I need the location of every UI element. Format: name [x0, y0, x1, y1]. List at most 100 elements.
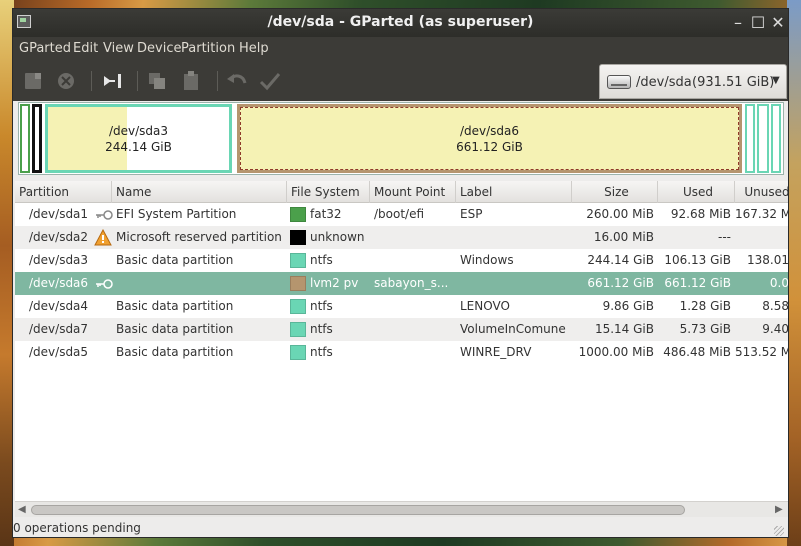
table-row[interactable]: /dev/sda3 Basic data partition ntfs Windows… — [15, 249, 788, 272]
cell-size: 260.00 MiB — [586, 207, 654, 221]
cell-name: Basic data partition — [116, 253, 234, 267]
device-selector[interactable]: /dev/sda (931.51 GiB) ▼ — [599, 64, 787, 99]
cell-used: 106.13 GiB — [664, 253, 731, 267]
table-row[interactable]: /dev/sda7 Basic data partition ntfs VolumeI… — [15, 318, 788, 341]
col-partition[interactable]: Partition — [15, 181, 112, 203]
cell-used: --- — [718, 230, 731, 244]
table-header: Partition Name File System Mount Point L… — [15, 181, 788, 203]
disk-map-sda4[interactable] — [745, 104, 755, 173]
cell-used: 92.68 MiB — [670, 207, 731, 221]
cell-name: Basic data partition — [116, 322, 234, 336]
warning-icon — [94, 228, 112, 246]
disk-map-sda7[interactable] — [757, 104, 769, 173]
col-label[interactable]: Label — [456, 181, 572, 203]
cell-used: 486.48 MiB — [663, 345, 731, 359]
menu-device[interactable]: Device — [137, 41, 181, 56]
cell-label — [460, 272, 572, 295]
scroll-left-icon[interactable]: ◀ — [18, 504, 26, 515]
gparted-window: /dev/sda - GParted (as superuser) – ☐ ✕ … — [12, 8, 789, 538]
menu-gparted[interactable]: GParted — [19, 41, 71, 56]
cell-size: 1000.00 MiB — [578, 345, 654, 359]
cell-label: LENOVO — [460, 299, 510, 313]
table-row[interactable]: /dev/sda2 Microsoft reserved partition unk… — [15, 226, 788, 249]
cell-label: WINRE_DRV — [460, 345, 532, 359]
menu-partition[interactable]: Partition — [181, 41, 235, 56]
table-row[interactable]: /dev/sda5 Basic data partition ntfs WINRE_D… — [15, 341, 789, 364]
col-unused[interactable]: Unused — [735, 181, 788, 203]
cell-label: Windows — [460, 253, 514, 267]
title-bar: /dev/sda - GParted (as superuser) – ☐ ✕ — [13, 9, 788, 37]
cell-size: 244.14 GiB — [587, 253, 654, 267]
col-mount-point[interactable]: Mount Point — [370, 181, 456, 203]
resize-move-icon[interactable] — [101, 69, 127, 93]
table-row[interactable]: /dev/sda4 Basic data partition ntfs LENOVO 9… — [15, 295, 789, 318]
cell-partition: /dev/sda7 — [29, 322, 89, 336]
sda3-label: /dev/sda3 — [108, 124, 169, 138]
cell-mount — [374, 226, 454, 249]
table-row[interactable]: /dev/sda1 EFI System Partition fat32/boot/… — [15, 203, 788, 226]
filesystem-color-swatch — [290, 207, 306, 222]
paste-icon[interactable] — [179, 69, 205, 93]
filesystem-color-swatch — [290, 299, 306, 314]
cell-size: 9.86 GiB — [602, 299, 654, 313]
device-size: (931.51 GiB) — [692, 75, 775, 90]
scroll-right-icon[interactable]: ▶ — [775, 504, 783, 515]
col-file-system[interactable]: File System — [287, 181, 370, 203]
window-title: /dev/sda - GParted (as superuser) — [267, 14, 534, 30]
disk-icon — [607, 75, 631, 89]
partition-visualizer: /dev/sda3 244.14 GiB /dev/sda6 661.12 Gi… — [13, 101, 788, 177]
cell-unused: 513.52 M — [735, 345, 789, 359]
table-row[interactable]: /dev/sda6 lvm2 pv sabayon_s... 661.12 GiB 66… — [15, 272, 788, 295]
key-icon — [95, 209, 113, 221]
disk-map-sda2[interactable] — [32, 104, 42, 173]
apply-icon[interactable] — [257, 69, 283, 93]
filesystem-color-swatch — [290, 322, 306, 337]
cell-fs: ntfs — [310, 345, 333, 359]
cell-mount: /boot/efi — [374, 207, 425, 221]
cell-partition: /dev/sda5 — [29, 345, 89, 359]
menu-bar: GParted Edit View Device Partition Help — [13, 37, 788, 61]
disk-map: /dev/sda3 244.14 GiB /dev/sda6 661.12 Gi… — [18, 102, 784, 175]
scrollbar-thumb[interactable] — [31, 505, 685, 515]
menu-help[interactable]: Help — [239, 41, 269, 56]
cell-fs: unknown — [310, 230, 365, 244]
cell-name: Basic data partition — [116, 345, 234, 359]
cell-size: 15.14 GiB — [594, 322, 654, 336]
menu-edit[interactable]: Edit — [73, 41, 98, 56]
cell-unused — [735, 226, 788, 249]
cell-name — [116, 272, 287, 295]
cell-size: 16.00 MiB — [593, 230, 654, 244]
desktop-background-right — [787, 0, 801, 546]
cell-name: EFI System Partition — [116, 207, 237, 221]
cell-label: VolumeInComune — [460, 322, 566, 336]
cell-fs: fat32 — [310, 207, 342, 221]
menu-view[interactable]: View — [103, 41, 134, 56]
cell-mount — [374, 295, 454, 318]
undo-icon[interactable] — [225, 69, 251, 93]
cell-fs: ntfs — [310, 322, 333, 336]
sda3-size: 244.14 GiB — [105, 140, 172, 154]
col-name[interactable]: Name — [112, 181, 287, 203]
copy-icon[interactable] — [145, 69, 171, 93]
maximize-icon[interactable]: ☐ — [749, 14, 767, 32]
minimize-icon[interactable]: – — [729, 14, 747, 32]
disk-map-sda5[interactable] — [771, 104, 781, 173]
disk-map-sda3[interactable]: /dev/sda3 244.14 GiB — [45, 104, 232, 173]
filesystem-color-swatch — [290, 253, 306, 268]
close-icon[interactable]: ✕ — [769, 14, 787, 32]
col-used[interactable]: Used — [658, 181, 735, 203]
new-partition-icon[interactable] — [21, 69, 47, 93]
col-size[interactable]: Size — [572, 181, 658, 203]
delete-icon[interactable] — [53, 69, 79, 93]
resize-grip-icon[interactable] — [774, 526, 784, 536]
disk-map-sda6[interactable]: /dev/sda6 661.12 GiB — [237, 104, 742, 173]
key-icon — [95, 278, 113, 290]
horizontal-scrollbar[interactable]: ◀ ▶ — [15, 501, 788, 517]
filesystem-color-swatch — [290, 345, 306, 360]
cell-partition: /dev/sda6 — [29, 276, 89, 290]
disk-map-sda1[interactable] — [20, 104, 30, 173]
cell-name: Microsoft reserved partition — [116, 230, 282, 244]
partition-table: Partition Name File System Mount Point L… — [15, 181, 789, 501]
cell-unused: 8.58 — [762, 299, 789, 313]
status-bar: 0 operations pending — [13, 517, 788, 537]
